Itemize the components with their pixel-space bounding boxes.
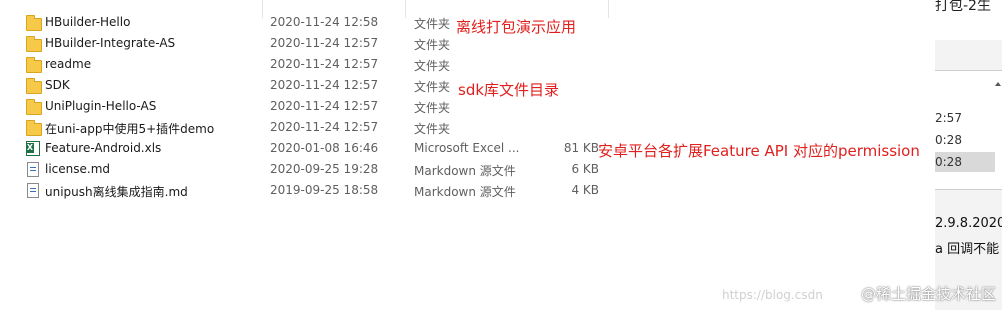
file-name: SDK <box>45 78 70 92</box>
file-name: Feature-Android.xls <box>45 141 162 155</box>
file-name: unipush离线集成指南.md <box>45 185 188 199</box>
background-list-time: 0:28 <box>935 152 995 172</box>
file-name: HBuilder-Integrate-AS <box>45 36 176 50</box>
background-text-line: 2.9.8.2020 <box>935 216 1002 231</box>
file-row[interactable]: unipush离线集成指南.md 2019-09-25 18:58 Markdown… <box>0 180 935 201</box>
file-date: 2020-11-24 12:58 <box>270 15 379 29</box>
file-explorer: HBuilder-Hello 2020-11-24 12:58 文件夹 HBuilde… <box>0 0 935 310</box>
background-list-time: 2:57 <box>935 111 962 125</box>
background-window-title: 打包-2生 <box>935 0 1002 40</box>
background-window: 打包-2生 2:57 0:28 0:28 2.9.8.2020 a 回调不能 <box>935 0 1002 310</box>
scroll-up-icon[interactable] <box>993 80 1002 180</box>
file-date: 2020-11-24 12:57 <box>270 99 379 113</box>
file-date: 2020-01-08 16:46 <box>270 141 379 155</box>
file-type: 文件夹 <box>414 17 451 31</box>
folder-icon <box>26 15 42 31</box>
file-size: 6 KB <box>571 162 599 176</box>
file-date: 2020-11-24 12:57 <box>270 78 379 92</box>
folder-icon <box>26 120 42 136</box>
annotation-sdk-dir: sdk库文件目录 <box>458 81 560 99</box>
column-divider[interactable] <box>262 0 263 18</box>
watermark-url: https://blog.csdn <box>722 288 823 302</box>
excel-icon <box>26 141 40 156</box>
file-row[interactable]: license.md 2020-09-25 19:28 Markdown 源文件 6 … <box>0 159 935 180</box>
file-type: Microsoft Excel ... <box>414 141 520 155</box>
folder-icon <box>26 78 42 94</box>
annotation-offline-demo: 离线打包演示应用 <box>456 18 577 36</box>
document-icon <box>26 162 40 177</box>
background-list-time: 0:28 <box>935 133 962 147</box>
folder-icon <box>26 36 42 52</box>
file-type: 文件夹 <box>414 101 451 115</box>
file-type: Markdown 源文件 <box>414 185 516 199</box>
file-size: 4 KB <box>571 183 599 197</box>
column-divider[interactable] <box>405 0 406 18</box>
document-icon <box>26 183 40 198</box>
file-type: 文件夹 <box>414 122 451 136</box>
folder-icon <box>26 99 42 115</box>
file-type: 文件夹 <box>414 80 451 94</box>
watermark-brand: @稀土掘金技术社区 <box>860 285 996 303</box>
file-size: 81 KB <box>563 141 599 155</box>
annotation-feature-permission: 安卓平台各扩展Feature API 对应的permission <box>598 142 920 160</box>
file-name: readme <box>45 57 92 71</box>
file-date: 2020-11-24 12:57 <box>270 36 379 50</box>
background-list: 2:57 0:28 0:28 <box>935 70 1002 190</box>
file-type: 文件夹 <box>414 38 451 52</box>
file-row[interactable]: 在uni-app中使用5+插件demo 2020-11-24 12:57 文件夹 <box>0 117 935 138</box>
background-text-line: a 回调不能 <box>935 242 1000 257</box>
folder-icon <box>26 57 42 73</box>
file-type: 文件夹 <box>414 59 451 73</box>
file-name: UniPlugin-Hello-AS <box>45 99 157 113</box>
file-date: 2020-11-24 12:57 <box>270 120 379 134</box>
column-divider[interactable] <box>608 0 609 18</box>
file-date: 2020-09-25 19:28 <box>270 162 379 176</box>
file-name: 在uni-app中使用5+插件demo <box>45 122 215 136</box>
file-date: 2020-11-24 12:57 <box>270 57 379 71</box>
file-name: license.md <box>45 162 111 176</box>
file-row[interactable]: readme 2020-11-24 12:57 文件夹 <box>0 54 935 75</box>
file-name: HBuilder-Hello <box>45 15 131 29</box>
file-type: Markdown 源文件 <box>414 164 516 178</box>
file-date: 2019-09-25 18:58 <box>270 183 379 197</box>
